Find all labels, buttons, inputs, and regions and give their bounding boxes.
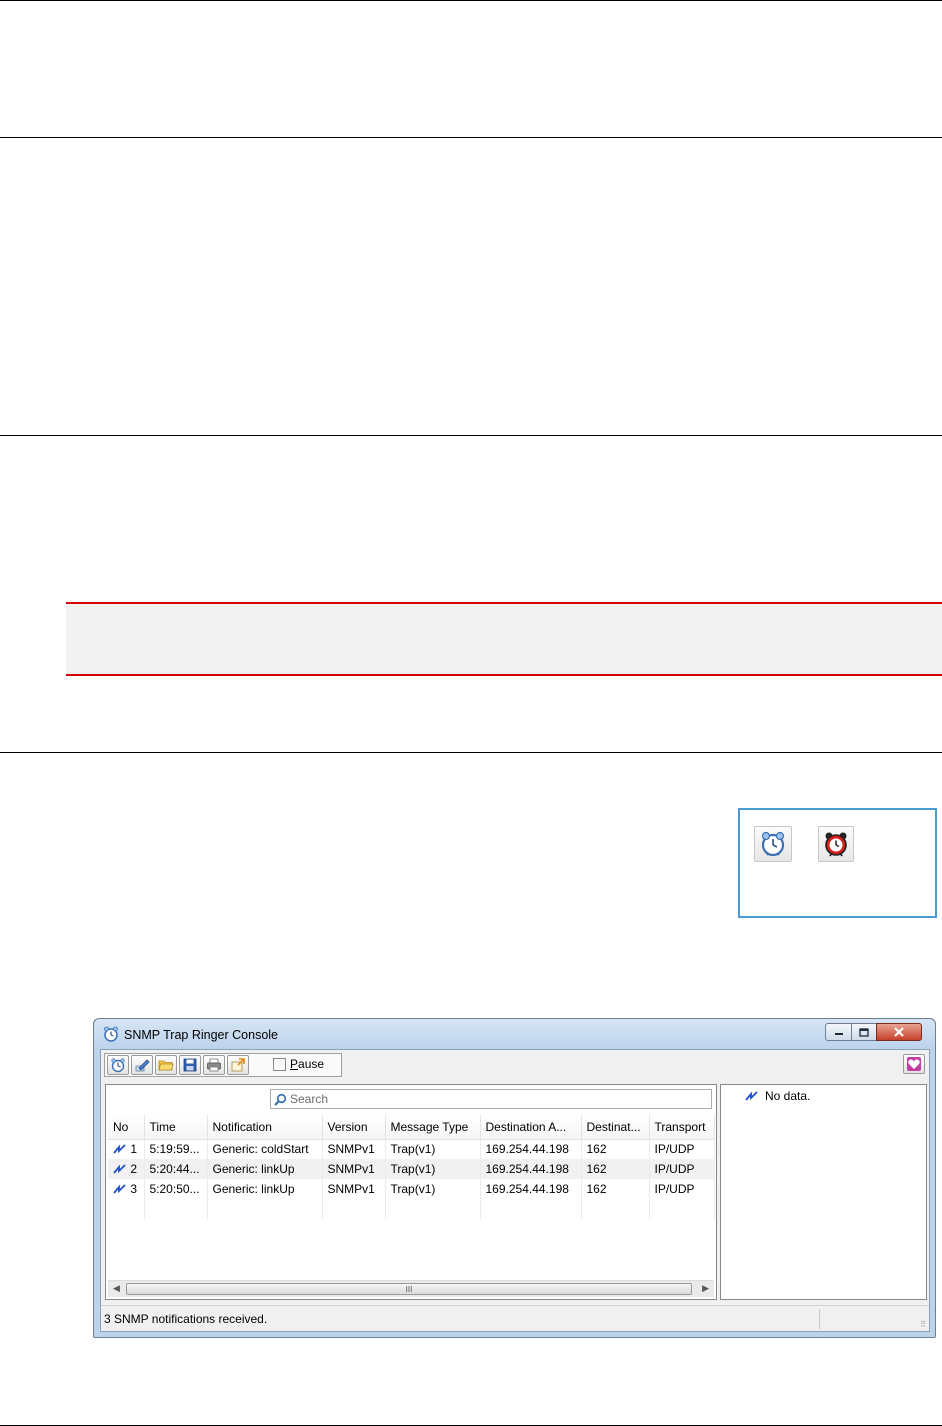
ringer-toolbar-button[interactable]: [107, 1055, 129, 1075]
alarm-clock-button: [818, 826, 854, 862]
close-button[interactable]: [876, 1023, 922, 1041]
toolbar-group: Pause: [104, 1053, 342, 1077]
minimize-button[interactable]: [825, 1023, 852, 1041]
column-header[interactable]: No: [108, 1115, 145, 1140]
alarm-clock-icon: [825, 832, 847, 857]
trap-icon: [745, 1091, 758, 1101]
table-header-row: No Time Notification Version Message Typ…: [108, 1115, 715, 1140]
column-header[interactable]: Destinat...: [581, 1115, 650, 1140]
snmp-trap-ringer-window: SNMP Trap Ringer Console Pause Search No…: [93, 1018, 936, 1338]
row-message-type: Trap(v1): [385, 1139, 481, 1159]
row-no: 3: [130, 1182, 138, 1196]
trap-icon: [113, 1164, 126, 1174]
row-destination-port: 162: [581, 1139, 650, 1159]
column-header[interactable]: Transport: [649, 1115, 715, 1140]
resize-grip-icon[interactable]: ⠿: [920, 1320, 926, 1329]
edit-icon: [135, 1059, 150, 1072]
open-toolbar-button[interactable]: [155, 1055, 177, 1075]
section-rule-1: [0, 137, 942, 138]
scroll-right-icon[interactable]: ▶: [702, 1283, 709, 1294]
pause-control[interactable]: Pause: [273, 1057, 324, 1071]
scrollbar-thumb[interactable]: III: [126, 1283, 692, 1295]
search-placeholder: Search: [290, 1092, 329, 1106]
heart-icon: [907, 1057, 921, 1071]
column-header[interactable]: Message Type: [385, 1115, 481, 1140]
row-destination-port: 162: [581, 1159, 650, 1179]
edit-toolbar-button[interactable]: [131, 1055, 153, 1075]
print-icon: [207, 1058, 221, 1072]
section-rule-3: [0, 752, 942, 753]
column-header[interactable]: Notification: [207, 1115, 323, 1140]
table-row[interactable]: 3 5:20:50... Generic: linkUp SNMPv1 Trap…: [108, 1179, 715, 1199]
status-bar: 3 SNMP notifications received. ⠿: [101, 1305, 929, 1331]
row-transport: IP/UDP: [649, 1179, 715, 1199]
maximize-button[interactable]: [851, 1023, 877, 1041]
row-notification: Generic: linkUp: [207, 1179, 323, 1199]
row-destination-address: 169.254.44.198: [480, 1159, 582, 1179]
status-separator: [819, 1309, 820, 1329]
row-transport: IP/UDP: [649, 1159, 715, 1179]
search-icon: [274, 1093, 287, 1106]
row-no: 2: [130, 1162, 138, 1176]
table-row[interactable]: 2 5:20:44... Generic: linkUp SNMPv1 Trap…: [108, 1159, 715, 1179]
empty-table-area: [108, 1199, 715, 1219]
row-transport: IP/UDP: [649, 1139, 715, 1159]
detail-pane: No data.: [720, 1084, 927, 1300]
row-no: 1: [130, 1142, 138, 1157]
ringer-clock-icon: [761, 831, 785, 857]
close-icon: [894, 1027, 904, 1037]
column-header[interactable]: Time: [144, 1115, 208, 1140]
row-time: 5:19:59...: [144, 1139, 208, 1159]
row-message-type: Trap(v1): [385, 1179, 481, 1199]
row-version: SNMPv1: [322, 1159, 386, 1179]
notifications-table: No Time Notification Version Message Typ…: [108, 1115, 715, 1219]
column-header[interactable]: Destination A...: [480, 1115, 582, 1140]
horizontal-scrollbar[interactable]: ◀ III ▶: [108, 1280, 714, 1297]
open-folder-icon: [158, 1060, 174, 1071]
ringer-clock-icon: [111, 1058, 125, 1073]
row-version: SNMPv1: [322, 1179, 386, 1199]
row-destination-address: 169.254.44.198: [480, 1139, 582, 1159]
trap-icon: [113, 1144, 126, 1154]
toolbar: Pause: [101, 1050, 929, 1080]
minimize-icon: [834, 1033, 843, 1035]
search-box[interactable]: Search: [270, 1089, 712, 1109]
app-clock-icon: [102, 1025, 120, 1046]
status-text: 3 SNMP notifications received.: [104, 1312, 268, 1326]
row-destination-port: 162: [581, 1179, 650, 1199]
ringer-clock-button: [754, 826, 792, 862]
row-message-type: Trap(v1): [385, 1159, 481, 1179]
note-box: [66, 602, 942, 676]
row-notification: Generic: linkUp: [207, 1159, 323, 1179]
window-title: SNMP Trap Ringer Console: [124, 1028, 279, 1042]
window-client-area: Pause Search No Time Notification Versio…: [100, 1049, 930, 1332]
about-toolbar-button[interactable]: [903, 1054, 925, 1074]
row-time: 5:20:50...: [144, 1179, 208, 1199]
table-row[interactable]: 1 5:19:59... Generic: coldStart SNMPv1 T…: [108, 1139, 715, 1159]
save-icon: [183, 1058, 197, 1072]
pause-checkbox[interactable]: [273, 1057, 286, 1071]
print-toolbar-button[interactable]: [203, 1055, 225, 1075]
pause-label: Pause: [290, 1057, 325, 1071]
maximize-icon: [859, 1027, 869, 1037]
notifications-pane: Search No Time Notification Version Mess…: [105, 1084, 717, 1300]
scroll-left-icon[interactable]: ◀: [113, 1283, 120, 1294]
title-bar[interactable]: SNMP Trap Ringer Console: [94, 1019, 935, 1049]
detail-empty-text: No data.: [765, 1089, 811, 1103]
export-icon: [231, 1058, 245, 1072]
trap-icon: [113, 1184, 126, 1194]
row-notification: Generic: coldStart: [207, 1139, 323, 1159]
top-rule: [0, 0, 942, 1]
row-version: SNMPv1: [322, 1139, 386, 1159]
ringer-icons-callout: [738, 808, 937, 918]
save-toolbar-button[interactable]: [179, 1055, 201, 1075]
row-destination-address: 169.254.44.198: [480, 1179, 582, 1199]
column-header[interactable]: Version: [322, 1115, 386, 1140]
section-rule-2: [0, 435, 942, 436]
export-toolbar-button[interactable]: [227, 1055, 249, 1075]
row-time: 5:20:44...: [144, 1159, 208, 1179]
